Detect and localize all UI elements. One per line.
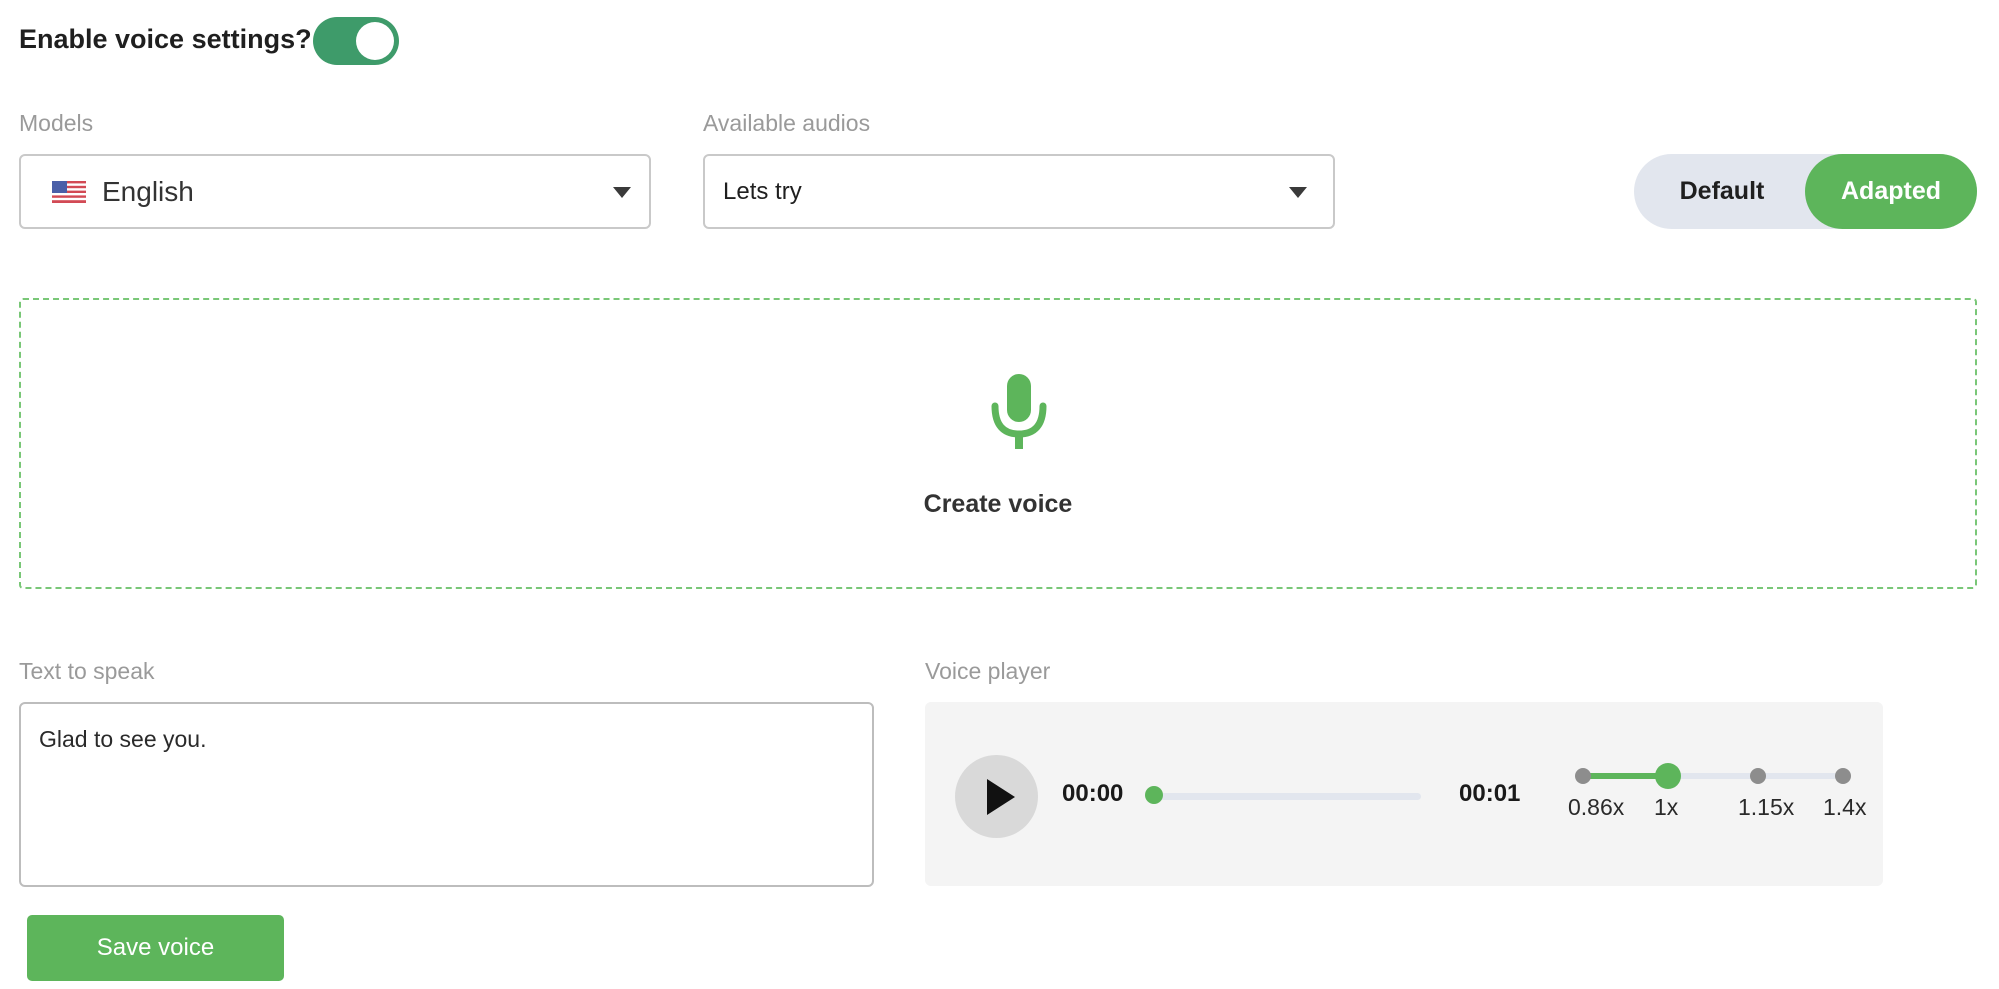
us-flag-icon: [52, 180, 86, 203]
available-audios-selected-value: Lets try: [723, 177, 802, 205]
speed-stop-3[interactable]: [1835, 768, 1851, 784]
create-voice-label: Create voice: [923, 490, 1073, 518]
progress-thumb[interactable]: [1145, 786, 1163, 804]
chevron-down-icon: [613, 186, 631, 198]
play-icon: [987, 779, 1015, 815]
mode-segmented-control: Default Adapted: [1634, 154, 1977, 229]
progress-track[interactable]: [1153, 793, 1421, 800]
text-to-speak-input[interactable]: Glad to see you.: [19, 702, 874, 887]
speed-stop-0[interactable]: [1575, 768, 1591, 784]
toggle-knob: [356, 22, 394, 60]
speed-label-2: 1.15x: [1738, 794, 1795, 820]
speed-stop-1-selected[interactable]: [1655, 763, 1681, 789]
microphone-icon: [991, 374, 1047, 449]
enable-voice-settings-label: Enable voice settings?: [19, 24, 312, 54]
models-select[interactable]: English: [19, 154, 651, 229]
speed-label-3: 1.4x: [1823, 794, 1867, 820]
create-voice-area[interactable]: Create voice: [19, 298, 1977, 589]
mode-adapted-option[interactable]: Adapted: [1805, 154, 1977, 229]
available-audios-label: Available audios: [703, 110, 871, 136]
text-to-speak-label: Text to speak: [19, 658, 155, 684]
available-audios-select[interactable]: Lets try: [703, 154, 1335, 229]
current-time: 00:00: [1062, 780, 1124, 807]
models-label: Models: [19, 110, 94, 136]
enable-voice-settings-toggle[interactable]: [313, 17, 399, 65]
duration-time: 00:01: [1459, 780, 1521, 807]
mode-default-option[interactable]: Default: [1634, 154, 1810, 229]
speed-label-1: 1x: [1654, 794, 1679, 820]
speed-stop-2[interactable]: [1750, 768, 1766, 784]
models-selected-value: English: [102, 175, 194, 207]
text-to-speak-value: Glad to see you.: [39, 726, 207, 752]
play-button[interactable]: [955, 755, 1038, 838]
voice-player-label: Voice player: [925, 658, 1051, 684]
chevron-down-icon: [1289, 186, 1307, 198]
save-voice-button[interactable]: Save voice: [27, 915, 284, 981]
voice-player: 00:00 00:01 0.86x 1x 1.15x 1.4x: [925, 702, 1883, 886]
speed-label-0: 0.86x: [1568, 794, 1625, 820]
